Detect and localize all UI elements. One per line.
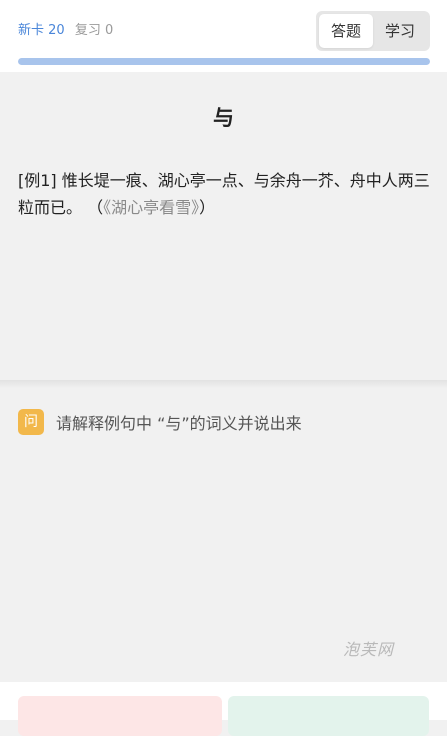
- dont-know-button[interactable]: [18, 696, 222, 736]
- example-text: [例1] 惟长堤一痕、湖心亭一点、与余舟一芥、舟中人两三粒而已。: [18, 171, 430, 217]
- question-icon: 问: [18, 409, 44, 435]
- question-row: 问 请解释例句中 “与”的词义并说出来: [18, 408, 302, 436]
- source-title: 《湖心亭看雪》: [103, 198, 200, 217]
- question-text: 请解释例句中 “与”的词义并说出来: [56, 414, 302, 433]
- progress-bar: [18, 58, 430, 65]
- example-sentence: [例1] 惟长堤一痕、湖心亭一点、与余舟一芥、舟中人两三粒而已。 （《湖心亭看雪…: [18, 167, 430, 221]
- source-open-paren: （: [87, 198, 104, 217]
- mode-toggle: 答题 学习: [316, 11, 430, 51]
- card-front: 与 [例1] 惟长堤一痕、湖心亭一点、与余舟一芥、舟中人两三粒而已。 （《湖心亭…: [0, 72, 447, 382]
- know-button[interactable]: [228, 696, 429, 736]
- card-divider: [0, 380, 447, 388]
- tab-study[interactable]: 学习: [373, 14, 427, 48]
- answer-bar: [0, 682, 447, 736]
- source-close-paren: ）: [199, 198, 216, 217]
- review-count: 复习 0: [74, 23, 114, 38]
- new-cards-count: 新卡 20: [18, 23, 65, 38]
- progress-fill: [18, 58, 430, 65]
- card-stats: 新卡 20 复习 0: [18, 22, 113, 40]
- card-character: 与: [213, 106, 234, 130]
- header: 新卡 20 复习 0 答题 学习: [0, 0, 447, 72]
- watermark: 泡芙网: [343, 640, 395, 659]
- tab-answer[interactable]: 答题: [319, 14, 373, 48]
